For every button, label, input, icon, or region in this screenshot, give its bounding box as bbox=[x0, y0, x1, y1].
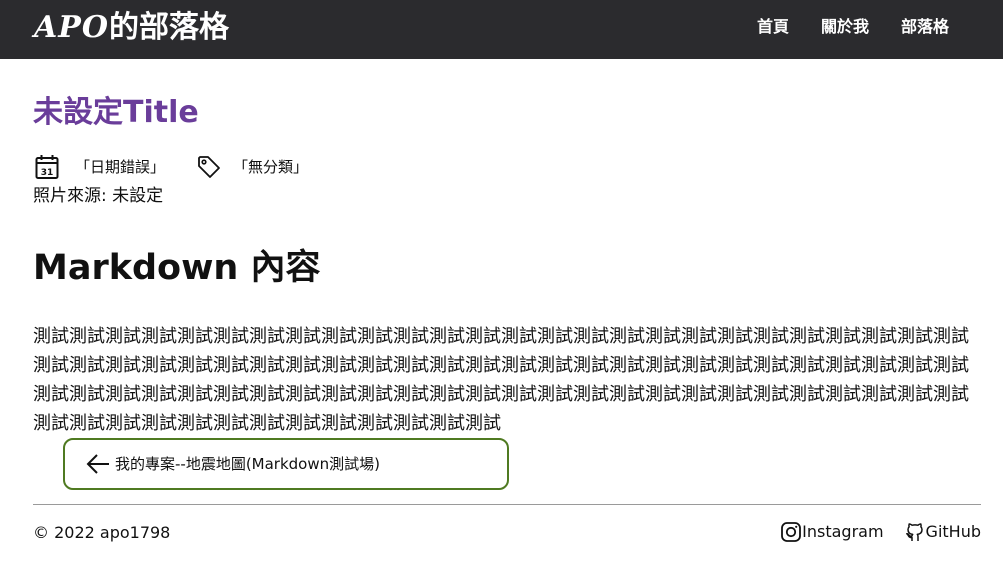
copyright: © 2022 apo1798 bbox=[33, 523, 171, 542]
post-title: 未設定Title bbox=[33, 95, 199, 130]
main-nav: 首頁 關於我 部落格 bbox=[757, 16, 949, 38]
post-date: 「日期錯誤」 bbox=[75, 158, 166, 176]
prev-post-button[interactable]: 我的專案--地震地圖(Markdown測試場) bbox=[63, 438, 509, 490]
instagram-label: Instagram bbox=[802, 522, 884, 541]
site-header: APO 的部落格 首頁 關於我 部落格 bbox=[0, 0, 1003, 59]
prev-post-label: 我的專案--地震地圖(Markdown測試場) bbox=[115, 455, 380, 473]
brand-cjk: 的部落格 bbox=[108, 10, 229, 45]
social-links: Instagram GitHub bbox=[780, 521, 981, 543]
site-logo[interactable]: APO 的部落格 bbox=[34, 8, 229, 48]
nav-blog[interactable]: 部落格 bbox=[901, 16, 949, 38]
content-heading: Markdown 內容 bbox=[33, 248, 321, 288]
instagram-icon bbox=[780, 521, 802, 543]
calendar-icon: 31 bbox=[35, 154, 59, 180]
github-label: GitHub bbox=[925, 522, 981, 541]
content-body: 測試測試測試測試測試測試測試測試測試測試測試測試測試測試測試測試測試測試測試測試… bbox=[33, 326, 969, 434]
post-category: 「無分類」 bbox=[233, 158, 309, 176]
github-link[interactable]: GitHub bbox=[904, 521, 981, 543]
arrow-left-icon bbox=[85, 453, 111, 475]
github-icon bbox=[904, 521, 926, 543]
brand-latin: APO bbox=[34, 10, 109, 45]
nav-about[interactable]: 關於我 bbox=[821, 16, 869, 38]
calendar-icon-day: 31 bbox=[41, 168, 54, 178]
post-meta: 31 「日期錯誤」 「無分類」 bbox=[35, 153, 308, 181]
footer-divider bbox=[33, 504, 981, 505]
photo-source: 照片來源: 未設定 bbox=[33, 186, 164, 206]
nav-home[interactable]: 首頁 bbox=[757, 16, 789, 38]
instagram-link[interactable]: Instagram bbox=[780, 521, 884, 543]
tag-icon bbox=[197, 154, 221, 180]
